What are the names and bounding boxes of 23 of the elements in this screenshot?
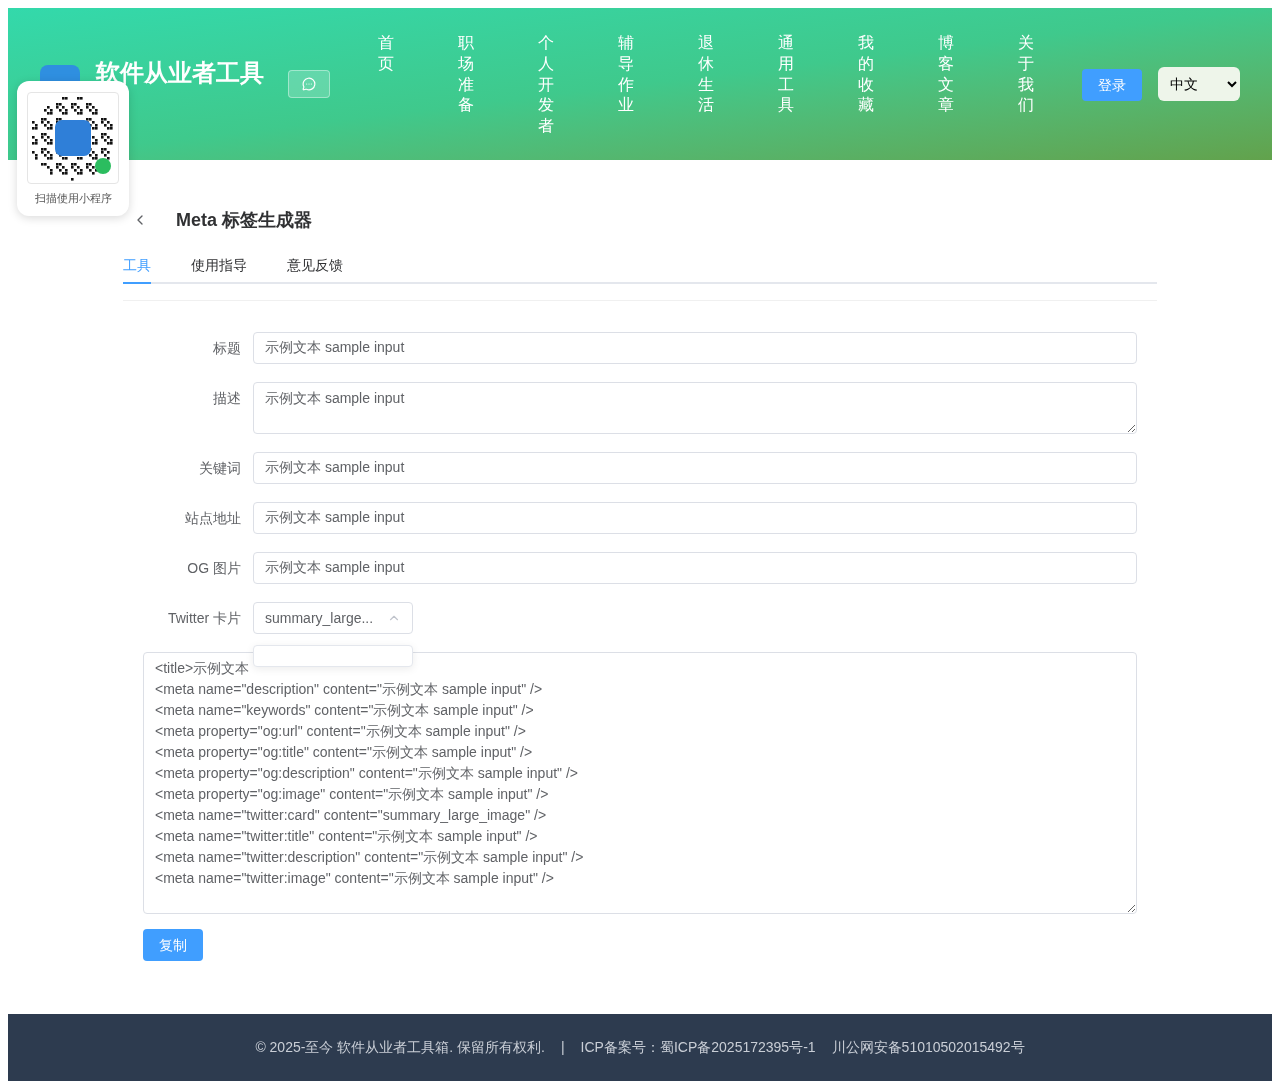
tab[interactable]: 意见反馈 (287, 248, 343, 284)
qr-caption: 扫描使用小程序 (34, 191, 112, 206)
field-label: 关键词 (198, 459, 242, 478)
copyright-text: © 2025-至今 软件从业者工具箱. 保留所有权利. (255, 1038, 545, 1057)
field-label: Twitter 卡片 (166, 609, 242, 628)
field-label: 标题 (212, 339, 242, 358)
text-input-field[interactable]: 示例文本 sample input (253, 502, 1137, 534)
field-label: 站点地址 (184, 509, 242, 528)
text-input-field[interactable]: 示例文本 sample input (253, 332, 1137, 364)
tab[interactable]: 使用指导 (191, 248, 247, 284)
chat-icon (302, 77, 316, 91)
text-input-field[interactable]: 示例文本 sample input (253, 552, 1137, 584)
text-input-field[interactable]: 示例文本 sample input (253, 452, 1137, 484)
language-select[interactable]: 中文 (1158, 67, 1240, 101)
field-label: 描述 (212, 389, 242, 408)
page-title: Meta 标签生成器 (176, 208, 312, 232)
icp-link[interactable]: ICP备案号：蜀ICP备2025172395号-1 (580, 1037, 816, 1058)
output-code-field[interactable]: <title>示例文本 <meta name="description" content="示例文本 sample input" /> <meta name="keywords" content="示例文本 sample input" /> <meta property="og:url" content="示例文本 sample input" /> <meta property="og:title" content="示例文本 sample input" /> <meta property="og:description" content="示例文本 sample input" /> <meta property="og:image" content="示例文本 sample input" /> <meta name="twitter:card" content="summary_large_image" /> <meta name="twitter:title" content="示例文本 sample input" /> <meta name="twitter:description" content="示例文本 sample input" /> <meta name="twitter:image" content="示例文本 sample input" /> (143, 652, 1137, 914)
separator: | (560, 1038, 565, 1057)
field-label: OG 图片 (186, 559, 242, 578)
select-field[interactable]: summary_large... (253, 602, 413, 634)
police-link[interactable]: 川公网安备51010502015492号 (831, 1037, 1025, 1058)
textarea-field[interactable]: 示例文本 sample input (253, 382, 1137, 434)
